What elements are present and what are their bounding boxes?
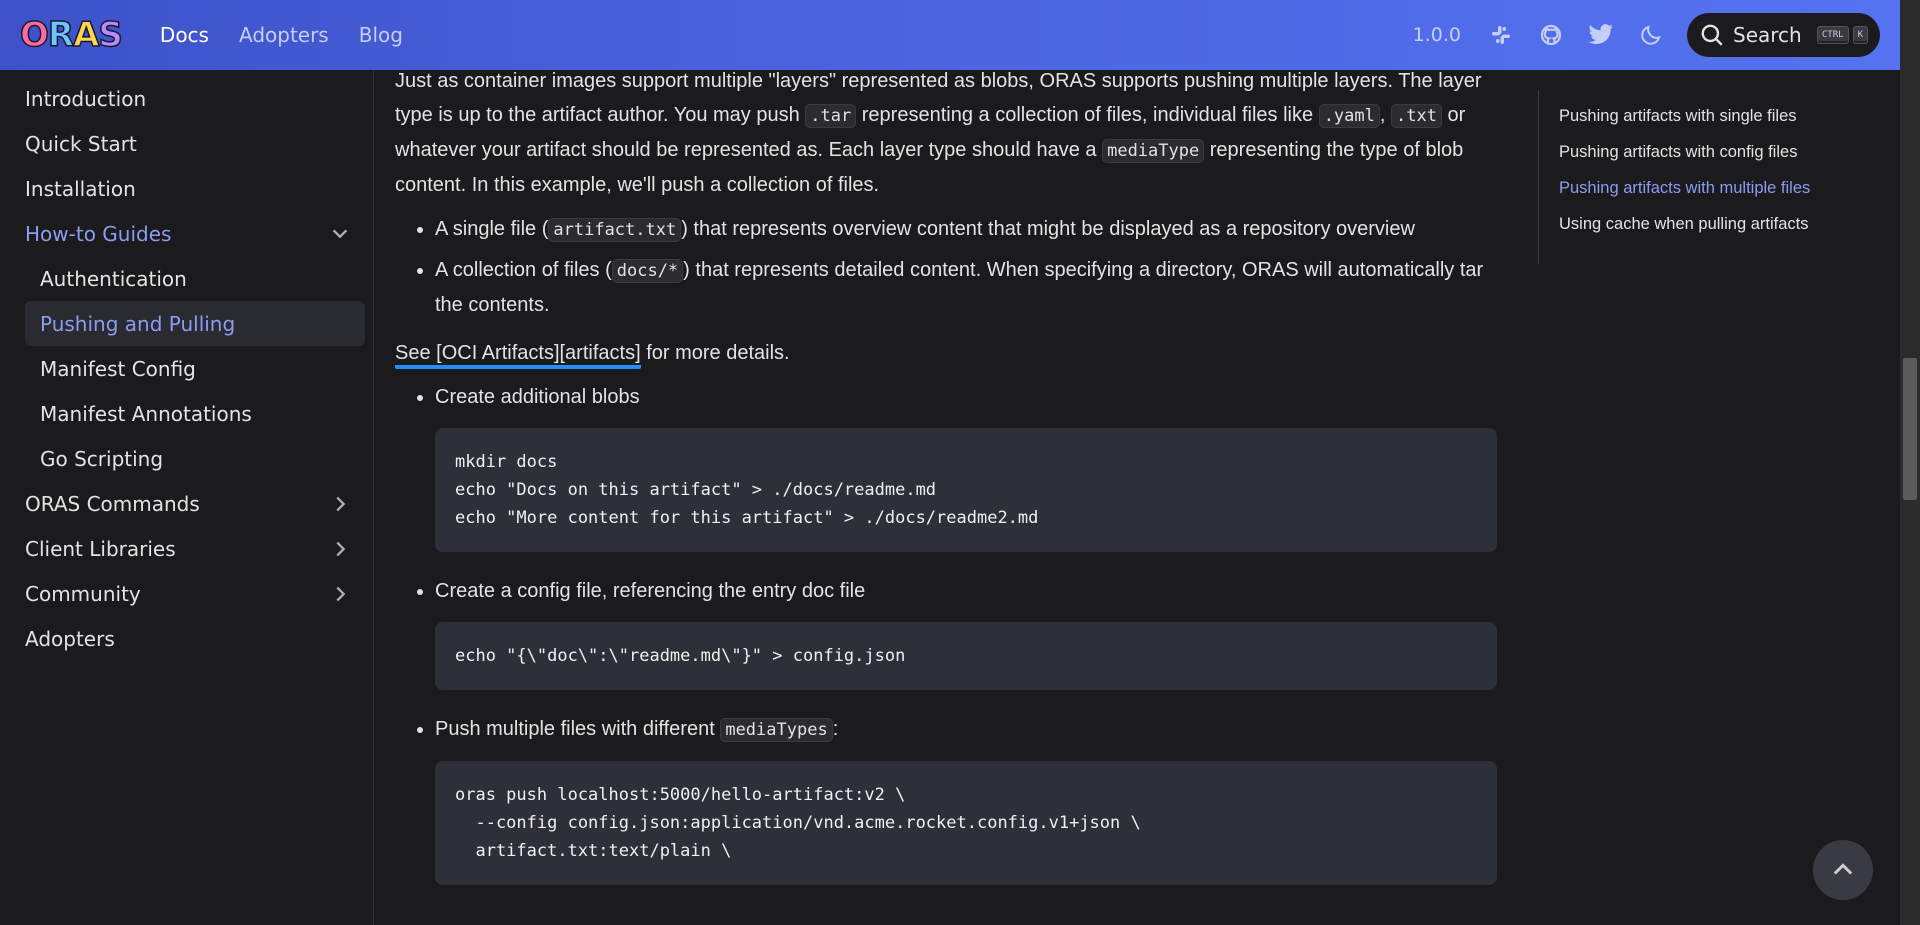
sidebar-item-label: Authentication <box>40 266 187 291</box>
text: ) that represents overview content that … <box>681 218 1415 240</box>
sidebar-item-label: How-to Guides <box>25 221 172 246</box>
text: representing a collection of files, indi… <box>856 104 1319 126</box>
text: A single file ( <box>435 218 549 240</box>
sidebar-item-label: Quick Start <box>25 131 137 156</box>
step-text: Push multiple files with different <box>435 718 721 740</box>
steps-list: Create additional blobs mkdir docs echo … <box>435 380 1497 885</box>
sidebar-item-go-scripting[interactable]: Go Scripting <box>8 436 365 481</box>
sidebar-item-client-libraries[interactable]: Client Libraries <box>8 526 365 571</box>
toc-item[interactable]: Using cache when pulling artifacts <box>1559 214 1838 250</box>
oras-logo[interactable]: O R A S <box>19 10 124 60</box>
text: A collection of files ( <box>435 259 612 281</box>
logo-letter: A <box>72 14 100 56</box>
text: : <box>832 718 839 740</box>
inline-code: .txt <box>1391 104 1442 128</box>
slack-icon[interactable] <box>1487 21 1515 49</box>
chevron-up-icon <box>1833 863 1853 875</box>
text: for more details. <box>640 342 790 364</box>
sidebar-item-adopters[interactable]: Adopters <box>8 616 365 661</box>
table-of-contents: Pushing artifacts with single files Push… <box>1538 90 1838 264</box>
sidebar-item-pushing-and-pulling[interactable]: Pushing and Pulling <box>25 301 365 346</box>
sidebar-item-label: Pushing and Pulling <box>40 311 236 336</box>
sidebar-item-manifest-config[interactable]: Manifest Config <box>8 346 365 391</box>
list-item: Create a config file, referencing the en… <box>435 574 1497 690</box>
list-item: A collection of files (docs/*) that repr… <box>435 253 1497 322</box>
list-item: Push multiple files with different media… <box>435 712 1497 885</box>
sidebar: Introduction Quick Start Installation Ho… <box>0 70 374 925</box>
nav-links: Docs Adopters Blog <box>160 23 403 47</box>
moon-icon[interactable] <box>1637 21 1665 49</box>
intro-paragraph: Just as container images support multipl… <box>395 64 1497 202</box>
inline-code: mediaType <box>1102 139 1205 163</box>
sidebar-item-oras-commands[interactable]: ORAS Commands <box>8 481 365 526</box>
sidebar-item-label: Client Libraries <box>25 536 176 561</box>
sidebar-item-label: Community <box>25 581 141 606</box>
kbd-k: K <box>1852 26 1868 44</box>
sidebar-item-manifest-annotations[interactable]: Manifest Annotations <box>8 391 365 436</box>
back-to-top-button[interactable] <box>1813 840 1873 900</box>
layers-list: A single file (artifact.txt) that repres… <box>435 212 1497 322</box>
sidebar-item-label: ORAS Commands <box>25 491 200 516</box>
search-button[interactable]: Search CTRL K <box>1687 13 1880 57</box>
sidebar-item-label: Introduction <box>25 86 147 111</box>
list-item: Create additional blobs mkdir docs echo … <box>435 380 1497 552</box>
inline-code: .tar <box>805 104 857 128</box>
nav-link-blog[interactable]: Blog <box>359 23 403 47</box>
toc-item[interactable]: Pushing artifacts with config files <box>1559 142 1838 178</box>
sidebar-item-label: Manifest Annotations <box>40 401 252 426</box>
search-label: Search <box>1733 23 1802 47</box>
chevron-right-icon[interactable] <box>329 583 351 605</box>
logo-letter: O <box>19 14 49 56</box>
kbd-ctrl: CTRL <box>1816 26 1849 44</box>
code-block[interactable]: oras push localhost:5000/hello-artifact:… <box>435 761 1497 885</box>
step-text: Create a config file, referencing the en… <box>435 580 866 602</box>
code-block[interactable]: mkdir docs echo "Docs on this artifact" … <box>435 428 1497 552</box>
github-icon[interactable] <box>1537 21 1565 49</box>
list-item: A single file (artifact.txt) that repres… <box>435 212 1497 247</box>
code-block[interactable]: echo "{\"doc\":\"readme.md\"}" > config.… <box>435 622 1497 690</box>
sidebar-item-label: Adopters <box>25 626 115 651</box>
nav-right: 1.0.0 Search CTRL K <box>1413 13 1880 57</box>
sidebar-item-introduction[interactable]: Introduction <box>8 76 365 121</box>
sidebar-item-quick-start[interactable]: Quick Start <box>8 121 365 166</box>
nav-link-docs[interactable]: Docs <box>160 23 209 47</box>
toc-item-active[interactable]: Pushing artifacts with multiple files <box>1559 178 1838 214</box>
search-icon <box>1701 24 1723 46</box>
step-text: Create additional blobs <box>435 386 640 408</box>
sidebar-item-how-to-guides[interactable]: How-to Guides <box>8 211 365 256</box>
main-content: Just as container images support multipl… <box>395 64 1497 907</box>
sidebar-item-label: Manifest Config <box>40 356 196 381</box>
inline-code: artifact.txt <box>548 218 682 242</box>
sidebar-item-authentication[interactable]: Authentication <box>8 256 365 301</box>
inline-code: .yaml <box>1318 104 1380 128</box>
inline-code: docs/* <box>611 259 684 283</box>
navbar: O R A S Docs Adopters Blog 1.0.0 Search … <box>0 0 1900 70</box>
scrollbar-thumb[interactable] <box>1903 358 1917 500</box>
see-more-paragraph: See [OCI Artifacts][artifacts] for more … <box>395 336 1497 370</box>
sidebar-item-installation[interactable]: Installation <box>8 166 365 211</box>
chevron-right-icon[interactable] <box>329 538 351 560</box>
toc-item[interactable]: Pushing artifacts with single files <box>1559 106 1838 142</box>
twitter-icon[interactable] <box>1587 21 1615 49</box>
logo-letter: R <box>47 14 75 56</box>
sidebar-item-label: Go Scripting <box>40 446 164 471</box>
chevron-right-icon[interactable] <box>329 493 351 515</box>
sidebar-item-community[interactable]: Community <box>8 571 365 616</box>
sidebar-item-label: Installation <box>25 176 136 201</box>
version-dropdown[interactable]: 1.0.0 <box>1413 24 1461 46</box>
oci-artifacts-link[interactable]: See [OCI Artifacts][artifacts] <box>395 342 641 369</box>
chevron-down-icon[interactable] <box>329 223 351 245</box>
text: , <box>1379 104 1386 126</box>
nav-link-adopters[interactable]: Adopters <box>239 23 329 47</box>
inline-code: mediaTypes <box>720 718 833 742</box>
page-scrollbar[interactable] <box>1900 0 1920 925</box>
logo-letter: S <box>98 14 124 56</box>
